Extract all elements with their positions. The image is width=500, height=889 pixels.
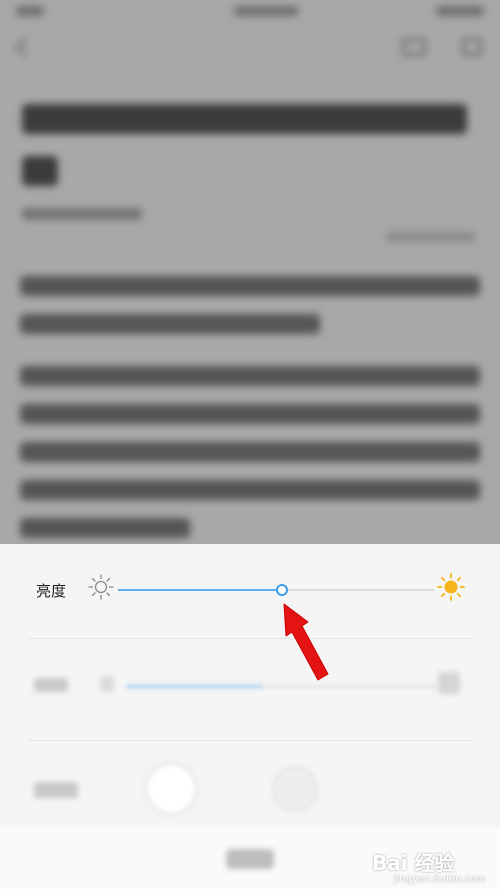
reader-toolbar <box>15 36 482 60</box>
brightness-label: 亮度 <box>36 582 67 600</box>
sun-small-icon <box>88 574 114 600</box>
divider <box>28 638 472 639</box>
brightness-slider-thumb[interactable] <box>276 584 289 596</box>
red-arrow-annotation <box>283 603 329 681</box>
font-icon <box>402 38 426 56</box>
status-bar <box>16 6 484 22</box>
font-small-icon <box>100 676 114 692</box>
theme-row-blurred <box>0 758 500 818</box>
brightness-row: 亮度 <box>0 570 500 610</box>
theme-option-gray[interactable] <box>272 766 318 812</box>
back-icon <box>15 37 35 57</box>
font-size-label-blurred <box>34 678 68 692</box>
brightness-slider-fill <box>118 589 283 591</box>
more-icon <box>462 38 482 56</box>
article-paragraph-blurred <box>20 276 480 352</box>
article-title-blurred <box>22 104 474 208</box>
article-paragraph-blurred <box>20 366 480 556</box>
divider <box>28 740 472 741</box>
watermark-url: jingyan.baidu.com <box>393 874 486 885</box>
brightness-slider[interactable] <box>118 584 434 596</box>
watermark-logo-text: Bai 经验 <box>372 851 455 875</box>
reading-settings-sheet: 亮度 <box>0 544 500 889</box>
done-button-blurred[interactable] <box>226 849 274 869</box>
font-large-icon <box>438 672 460 694</box>
article-date-blurred <box>386 232 476 242</box>
font-size-row-blurred <box>0 666 500 706</box>
sun-large-icon <box>437 573 465 601</box>
baidu-jingyan-watermark: Bai 经验 jingyan.baidu.com <box>372 845 490 885</box>
article-source-blurred <box>22 208 142 220</box>
theme-option-light[interactable] <box>148 766 194 812</box>
theme-label-blurred <box>34 782 78 798</box>
article-backdrop <box>0 0 500 560</box>
